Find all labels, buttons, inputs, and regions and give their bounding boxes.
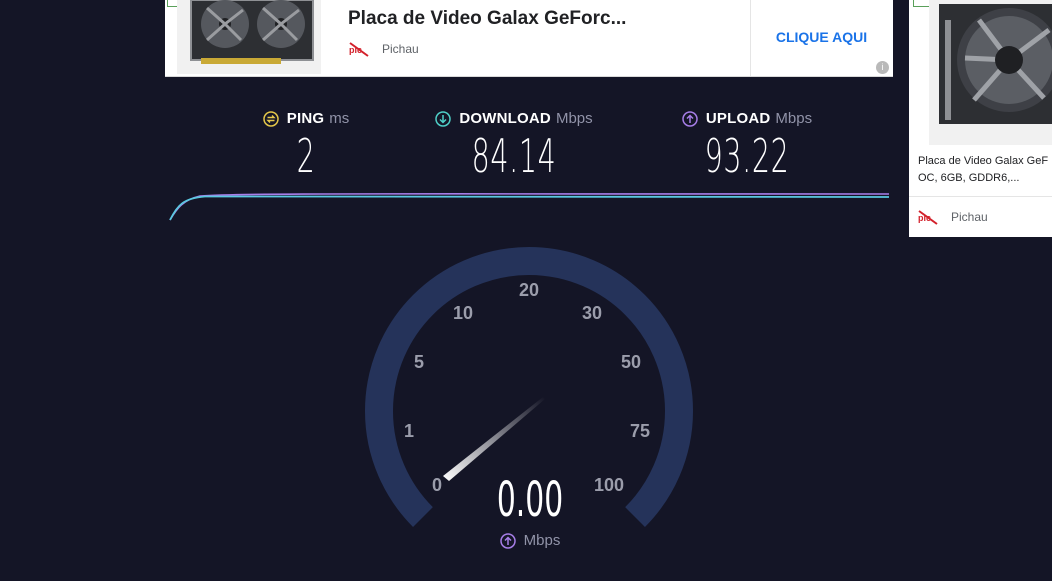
gauge-needle: [443, 397, 545, 481]
side-ad-brand-name: Pichau: [951, 210, 988, 224]
gauge-tick-75: 75: [630, 421, 650, 441]
gauge-tick-100: 100: [594, 475, 624, 495]
ad-brand[interactable]: pic Pichau: [348, 38, 419, 60]
side-ad-line-1: Placa de Video Galax GeF: [918, 155, 1049, 167]
upload-value: 93.22: [704, 129, 790, 183]
download-result: DOWNLOAD Mbps 84.14: [424, 110, 604, 181]
upload-unit: Mbps: [775, 110, 813, 127]
gauge-tick-50: 50: [621, 352, 641, 372]
top-banner-ad[interactable]: Placa de Video Galax GeForc... pic Picha…: [165, 0, 893, 77]
side-ad-line-2: OC, 6GB, GDDR6,...: [918, 172, 1020, 184]
pichau-logo-icon: pic: [917, 206, 939, 228]
gauge-tick-10: 10: [453, 303, 473, 323]
side-ad-product-image[interactable]: [929, 0, 1052, 145]
download-graph-line: [169, 194, 890, 221]
side-ad[interactable]: Placa de Video Galax GeF OC, 6GB, GDDR6,…: [909, 0, 1052, 237]
gauge-tick-1: 1: [404, 421, 414, 441]
clique-aqui-button[interactable]: CLIQUE AQUI: [750, 0, 893, 74]
ad-brand-name: Pichau: [382, 42, 419, 56]
gauge-tick-30: 30: [582, 303, 602, 323]
side-ad-divider: [909, 196, 1052, 197]
gauge-tick-5: 5: [414, 352, 424, 372]
ad-product-image[interactable]: [177, 0, 321, 74]
upload-result: UPLOAD Mbps 93.22: [672, 110, 822, 181]
upload-icon: [499, 532, 516, 549]
gauge-tick-20: 20: [519, 280, 539, 300]
speed-graph: [169, 193, 890, 221]
ping-unit: ms: [329, 110, 350, 127]
speed-unit-label: Mbps: [523, 532, 561, 549]
gauge-tick-0: 0: [432, 475, 442, 495]
ping-label: PING: [286, 110, 325, 127]
side-ad-brand[interactable]: pic Pichau: [917, 206, 988, 228]
ad-title[interactable]: Placa de Video Galax GeForc...: [348, 8, 626, 30]
ad-info-icon[interactable]: i: [876, 61, 889, 74]
ping-icon: [263, 110, 279, 127]
current-speed-value: 0.00: [496, 472, 564, 528]
upload-label: UPLOAD: [705, 110, 771, 127]
download-label: DOWNLOAD: [459, 110, 551, 127]
download-unit: Mbps: [555, 110, 593, 127]
side-ad-description[interactable]: Placa de Video Galax GeF OC, 6GB, GDDR6,…: [918, 153, 1052, 187]
download-value: 84.14: [471, 129, 557, 183]
current-speed-unit: Mbps: [480, 532, 580, 549]
ping-value: 2: [296, 129, 316, 183]
ping-result: PING ms 2: [246, 110, 366, 181]
download-icon: [435, 110, 452, 127]
pichau-logo-icon: pic: [348, 38, 370, 60]
upload-icon: [682, 110, 698, 127]
